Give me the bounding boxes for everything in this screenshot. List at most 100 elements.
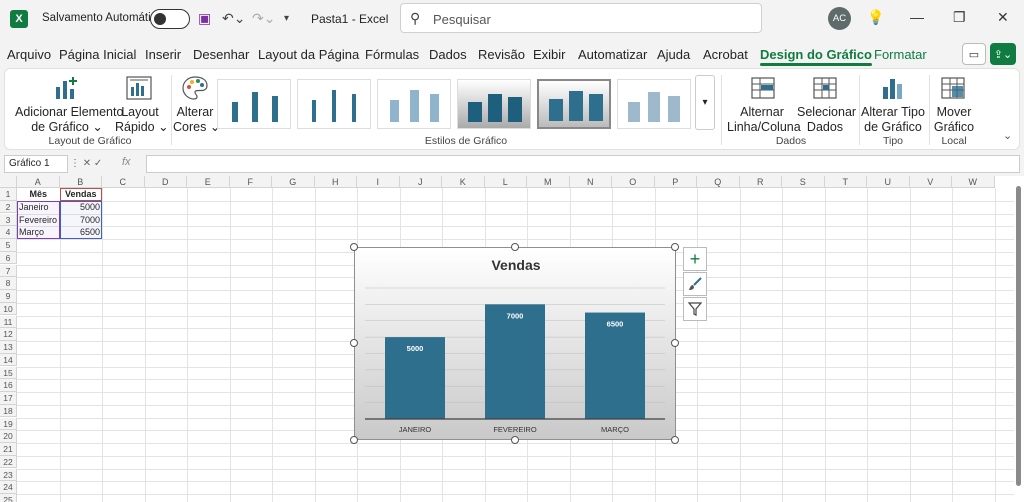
chart-styles-brush-icon[interactable] <box>683 272 707 296</box>
undo-icon[interactable]: ↶⌄ <box>222 10 245 27</box>
customize-toolbar-icon[interactable]: ▾ <box>284 13 289 24</box>
resize-handle-t[interactable] <box>511 243 519 251</box>
tab-inserir[interactable]: Inserir <box>145 47 181 62</box>
fx-icon[interactable]: fx <box>122 156 131 168</box>
column-header-D[interactable]: D <box>144 176 187 188</box>
minimize-icon[interactable]: — <box>910 9 924 25</box>
tab-acrobat[interactable]: Acrobat <box>703 47 748 62</box>
row-header-5[interactable]: 5 <box>0 239 17 252</box>
cell-header-mes[interactable]: Mês <box>17 188 60 200</box>
chart-object[interactable]: Vendas 5000 JANEIRO 7000 FEVEREIRO 6500 MARÇO <box>354 247 676 440</box>
redo-icon[interactable]: ↷⌄ <box>252 10 275 27</box>
tab-revisao[interactable]: Revisão <box>478 47 525 62</box>
share-icon[interactable]: ⇪⌄ <box>990 43 1016 65</box>
x-tick-label[interactable]: JANEIRO <box>399 425 432 434</box>
resize-handle-bl[interactable] <box>350 436 358 444</box>
row-header-4[interactable]: 4 <box>0 226 17 239</box>
row-header-11[interactable]: 11 <box>0 315 17 328</box>
chart-style-5-selected[interactable] <box>537 79 611 129</box>
resize-handle-b[interactable] <box>511 436 519 444</box>
row-header-19[interactable]: 19 <box>0 417 17 430</box>
column-header-O[interactable]: O <box>612 176 655 188</box>
vertical-scrollbar[interactable] <box>1014 176 1024 502</box>
row-header-14[interactable]: 14 <box>0 353 17 367</box>
data-label[interactable]: 5000 <box>407 344 424 353</box>
row-header-8[interactable]: 8 <box>0 277 17 290</box>
bar-fevereiro[interactable] <box>485 304 545 419</box>
quick-layout-button[interactable]: Layout Rápido ⌄ <box>115 105 169 135</box>
autosave-toggle[interactable] <box>150 9 190 29</box>
column-header-G[interactable]: G <box>272 176 315 188</box>
resize-handle-tl[interactable] <box>350 243 358 251</box>
row-header-9[interactable]: 9 <box>0 290 17 303</box>
column-header-W[interactable]: W <box>952 176 995 188</box>
column-header-Q[interactable]: Q <box>697 176 740 188</box>
avatar[interactable]: AC <box>828 7 851 30</box>
save-icon[interactable]: ▣ <box>198 10 211 27</box>
close-icon[interactable]: ✕ <box>997 9 1009 26</box>
row-header-3[interactable]: 3 <box>0 213 17 226</box>
lightbulb-icon[interactable]: 💡 <box>867 9 884 26</box>
data-label[interactable]: 6500 <box>607 320 624 329</box>
column-header-K[interactable]: K <box>442 176 485 188</box>
row-header-17[interactable]: 17 <box>0 392 17 405</box>
row-header-2[interactable]: 2 <box>0 200 17 214</box>
resize-handle-br[interactable] <box>671 436 679 444</box>
collapse-ribbon-icon[interactable]: ⌄ <box>1003 129 1012 142</box>
formula-input[interactable] <box>146 155 1020 173</box>
column-header-B[interactable]: B <box>59 176 102 188</box>
column-header-H[interactable]: H <box>314 176 357 188</box>
row-header-12[interactable]: 12 <box>0 328 17 341</box>
column-header-R[interactable]: R <box>739 176 782 188</box>
chart-style-4[interactable] <box>457 79 531 129</box>
column-header-S[interactable]: S <box>782 176 825 188</box>
chart-style-6[interactable] <box>617 79 691 129</box>
row-header-7[interactable]: 7 <box>0 264 17 277</box>
column-header-N[interactable]: N <box>569 176 612 188</box>
chart-style-3[interactable] <box>377 79 451 129</box>
row-header-16[interactable]: 16 <box>0 379 17 392</box>
row-header-24[interactable]: 24 <box>0 481 17 494</box>
x-tick-label[interactable]: MARÇO <box>601 425 629 434</box>
add-chart-element-button[interactable]: Adicionar Elemento de Gráfico ⌄ <box>15 105 123 135</box>
tab-automatizar[interactable]: Automatizar <box>578 47 647 62</box>
tab-formatar[interactable]: Formatar <box>874 47 927 62</box>
column-header-A[interactable]: A <box>17 176 60 188</box>
select-data-button[interactable]: Selecionar Dados <box>797 105 856 135</box>
column-header-C[interactable]: C <box>102 176 145 188</box>
column-header-J[interactable]: J <box>399 176 442 188</box>
resize-handle-r[interactable] <box>671 339 679 347</box>
switch-row-column-button[interactable]: Alternar Linha/Coluna <box>727 105 801 135</box>
name-box[interactable]: Gráfico 1 <box>4 155 68 173</box>
row-header-23[interactable]: 23 <box>0 468 17 481</box>
column-header-E[interactable]: E <box>187 176 230 188</box>
row-header-22[interactable]: 22 <box>0 455 17 469</box>
tab-dados[interactable]: Dados <box>429 47 467 62</box>
tab-layout-pagina[interactable]: Layout da Página <box>258 47 359 62</box>
tab-arquivo[interactable]: Arquivo <box>7 47 51 62</box>
row-header-6[interactable]: 6 <box>0 251 17 265</box>
change-colors-button[interactable]: Alterar Cores ⌄ <box>173 105 220 135</box>
column-header-T[interactable]: T <box>824 176 867 188</box>
column-header-M[interactable]: M <box>527 176 570 188</box>
column-header-I[interactable]: I <box>357 176 400 188</box>
column-header-V[interactable]: V <box>909 176 952 188</box>
change-chart-type-button[interactable]: Alterar Tipo de Gráfico <box>861 105 925 135</box>
tab-design-grafico[interactable]: Design do Gráfico <box>760 47 872 66</box>
column-header-P[interactable]: P <box>654 176 697 188</box>
more-styles-button[interactable]: ▾ <box>695 75 715 130</box>
tab-formulas[interactable]: Fórmulas <box>365 47 419 62</box>
comments-icon[interactable]: ▭ <box>962 43 986 65</box>
chart-style-1[interactable] <box>217 79 291 129</box>
row-header-18[interactable]: 18 <box>0 404 17 418</box>
data-label[interactable]: 7000 <box>507 311 524 320</box>
move-chart-button[interactable]: Mover Gráfico <box>931 105 977 135</box>
select-all-corner[interactable] <box>0 176 17 188</box>
restore-icon[interactable]: ❐ <box>953 9 966 26</box>
chart-elements-plus-icon[interactable]: + <box>683 247 707 271</box>
row-header-10[interactable]: 10 <box>0 302 17 316</box>
chart-title[interactable]: Vendas <box>491 257 540 273</box>
resize-handle-l[interactable] <box>350 339 358 347</box>
column-header-L[interactable]: L <box>484 176 527 188</box>
chart-filters-funnel-icon[interactable] <box>683 297 707 321</box>
